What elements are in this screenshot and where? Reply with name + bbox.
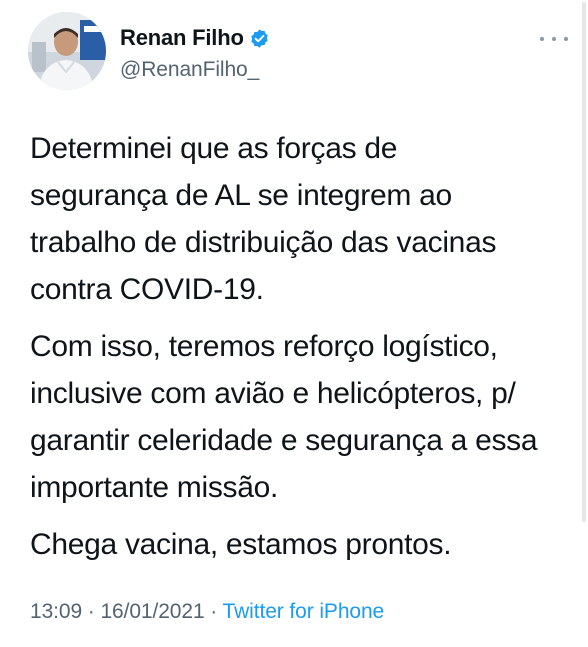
avatar[interactable] [28,12,106,90]
tweet-time[interactable]: 13:09 [30,600,82,623]
tweet-source-link[interactable]: Twitter for iPhone [223,600,385,623]
avatar-image [28,12,106,90]
tweet-date[interactable]: 16/01/2021 [100,600,204,623]
author-names: Renan Filho @RenanFilho_ [120,24,270,82]
meta-separator: · [204,600,223,623]
tweet-meta: 13:09 · 16/01/2021 · Twitter for iPhone [30,600,384,624]
verified-badge-icon [249,28,270,49]
tweet-paragraph: Chega vacina, estamos prontos. [30,528,452,561]
tweet-paragraph: Com isso, teremos reforço logístico, inc… [30,330,538,504]
scrollbar[interactable] [582,2,586,522]
more-options-icon[interactable] [540,30,568,48]
display-name[interactable]: Renan Filho [120,25,244,51]
more-dot [564,37,568,41]
meta-separator: · [82,600,101,623]
tweet-text: Determinei que as forças de segurança de… [30,125,575,578]
more-dot [540,37,544,41]
tweet-card: Renan Filho @RenanFilho_ Determinei que … [0,0,588,647]
tweet-paragraph: Determinei que as forças de segurança de… [30,132,497,306]
more-dot [552,37,556,41]
tweet-header: Renan Filho @RenanFilho_ [28,12,568,94]
author-handle[interactable]: @RenanFilho_ [120,58,270,82]
display-name-row: Renan Filho [120,24,270,52]
